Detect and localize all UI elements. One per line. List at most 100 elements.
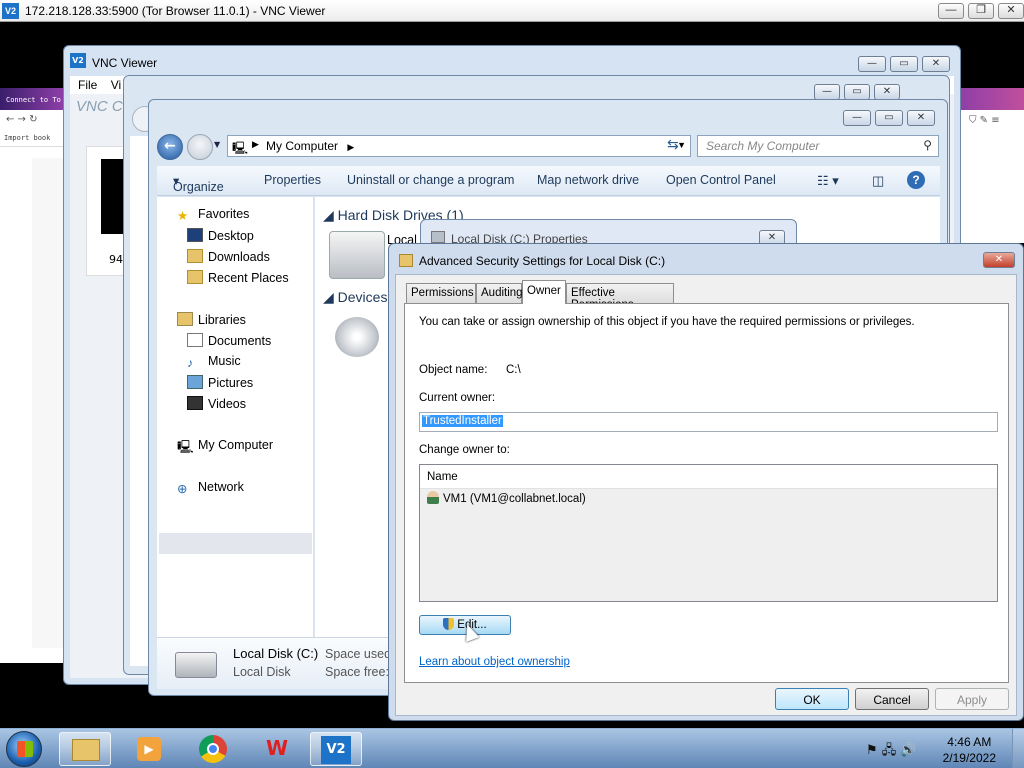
object-name-label: Object name: — [419, 364, 488, 376]
list-item[interactable]: VM1 (VM1@collabnet.local) — [427, 491, 586, 505]
vnc-small-logo-icon: V2 — [70, 53, 86, 68]
vnc-menu-view[interactable]: Vi — [111, 78, 121, 92]
dialog-close-button[interactable]: ✕ — [983, 252, 1015, 268]
ownership-info-text: You can take or assign ownership of this… — [419, 316, 915, 328]
search-icon: ⚲ — [923, 138, 932, 152]
middle-close-button[interactable]: ✕ — [874, 84, 900, 100]
object-name-value: C:\ — [506, 364, 521, 376]
search-placeholder: Search My Computer — [706, 139, 820, 153]
nav-network[interactable]: ⊕ Network — [177, 480, 244, 500]
vnc-taskbar-icon: V2 — [321, 736, 351, 764]
taskbar-explorer[interactable] — [59, 732, 111, 766]
show-desktop-button[interactable] — [1012, 729, 1024, 768]
owner-tab-panel: You can take or assign ownership of this… — [404, 303, 1009, 683]
recent-places-icon — [187, 270, 203, 284]
star-icon: ★ — [177, 209, 189, 223]
middle-min-button[interactable]: — — [814, 84, 840, 100]
media-player-icon: ▶ — [137, 737, 161, 761]
vnc-logo-icon: V2 — [2, 3, 19, 19]
refresh-icon[interactable]: ⇆ — [667, 137, 679, 153]
search-input[interactable]: Search My Computer ⚲ — [697, 135, 939, 157]
map-drive-button[interactable]: Map network drive — [537, 173, 639, 187]
nav-recent-places[interactable]: Recent Places — [187, 270, 289, 290]
nav-music[interactable]: ♪ Music — [187, 354, 241, 374]
current-owner-label: Current owner: — [419, 392, 496, 404]
vnc-max-button[interactable]: ▭ — [890, 56, 918, 72]
tab-auditing[interactable]: Auditing — [476, 283, 523, 303]
details-type: Local Disk — [233, 665, 291, 679]
tray-icons[interactable]: ⚑ 🖧 🔊 — [866, 741, 917, 763]
current-owner-field[interactable]: TrustedInstaller — [419, 412, 998, 432]
help-icon[interactable]: ? — [907, 171, 925, 189]
list-header-name[interactable]: Name — [420, 465, 997, 489]
wps-icon: W — [265, 736, 289, 760]
current-owner-value: TrustedInstaller — [422, 415, 503, 427]
control-panel-button[interactable]: Open Control Panel — [666, 173, 776, 187]
dvd-drive-icon[interactable] — [335, 317, 379, 357]
downloads-folder-icon — [187, 249, 203, 263]
middle-max-button[interactable]: ▭ — [844, 84, 870, 100]
organize-button[interactable]: Organize ▾ — [173, 173, 224, 194]
vnc-menu-file[interactable]: File — [78, 78, 97, 92]
tab-permissions[interactable]: Permissions — [406, 283, 476, 303]
outer-maximize-button[interactable]: ❐ — [968, 3, 994, 19]
outer-minimize-button[interactable]: — — [938, 3, 964, 19]
details-free-label: Space free: — [325, 665, 389, 679]
properties-button[interactable]: Properties — [264, 173, 321, 187]
history-dropdown-icon[interactable]: ▼ — [214, 140, 220, 149]
bg-browser-right: ⛉ ✎ ≡ — [961, 88, 1024, 243]
start-button[interactable] — [6, 731, 42, 767]
nav-pictures[interactable]: Pictures — [187, 375, 253, 395]
bg-browser-left: Connect to To ← → ↻ Import book — [0, 88, 64, 663]
user-icon — [427, 491, 439, 504]
preview-pane-icon[interactable]: ◫ — [872, 173, 884, 189]
folder-taskbar-icon — [72, 739, 100, 761]
owner-list[interactable]: Name VM1 (VM1@collabnet.local) — [419, 464, 998, 602]
details-used-label: Space used: — [325, 647, 395, 661]
nav-favorites[interactable]: ★ Favorites — [177, 207, 249, 227]
advanced-security-dialog[interactable]: Advanced Security Settings for Local Dis… — [388, 243, 1024, 721]
section-devices[interactable]: ◢ Devices — [323, 289, 387, 306]
vnc-connect-brand: VNC C — [76, 98, 123, 115]
explorer-min-button[interactable]: — — [843, 110, 871, 126]
explorer-close-button[interactable]: ✕ — [907, 110, 935, 126]
hard-drive-icon[interactable] — [329, 231, 385, 279]
nav-libraries[interactable]: Libraries — [177, 312, 246, 332]
outer-close-button[interactable]: ✕ — [998, 3, 1024, 19]
taskbar-media[interactable]: ▶ — [123, 732, 175, 766]
nav-downloads[interactable]: Downloads — [187, 249, 270, 269]
music-icon: ♪ — [187, 356, 194, 370]
tab-owner[interactable]: Owner — [522, 280, 566, 304]
clock[interactable]: 4:46 AM 2/19/2022 — [943, 734, 996, 766]
cancel-button[interactable]: Cancel — [855, 688, 929, 710]
vnc-min-button[interactable]: — — [858, 56, 886, 72]
uninstall-button[interactable]: Uninstall or change a program — [347, 173, 514, 187]
vnc-close-button[interactable]: ✕ — [922, 56, 950, 72]
apply-button[interactable]: Apply — [935, 688, 1009, 710]
my-computer-icon: 🖳 — [177, 440, 194, 454]
ok-button[interactable]: OK — [775, 688, 849, 710]
clock-date: 2/19/2022 — [942, 751, 996, 765]
learn-ownership-link[interactable]: Learn about object ownership — [419, 656, 570, 668]
libraries-icon — [177, 312, 193, 326]
vnc-viewer-title: VNC Viewer — [92, 56, 158, 70]
explorer-max-button[interactable]: ▭ — [875, 110, 903, 126]
nav-my-computer[interactable]: 🖳 My Computer — [177, 438, 273, 458]
taskbar-chrome[interactable] — [187, 732, 239, 766]
outer-title-bar[interactable]: V2 172.218.128.33:5900 (Tor Browser 11.0… — [0, 0, 1024, 22]
computer-icon: 🖳 — [232, 141, 249, 155]
address-bar[interactable]: 🖳 ▶ My Computer ▶ ▼ — [227, 135, 691, 157]
bg-shield-icon: ⛉ ✎ ≡ — [969, 115, 1000, 126]
clock-time: 4:46 AM — [947, 735, 992, 749]
nav-videos[interactable]: Videos — [187, 396, 246, 416]
back-button[interactable]: ← — [157, 134, 183, 160]
nav-documents[interactable]: Documents — [187, 333, 271, 353]
details-name: Local Disk (C:) — [233, 646, 319, 661]
taskbar-vnc[interactable]: V2 — [310, 732, 362, 766]
tab-effective-permissions[interactable]: Effective Permissions — [566, 283, 674, 311]
nav-desktop[interactable]: Desktop — [187, 228, 254, 248]
forward-button[interactable] — [187, 134, 213, 160]
taskbar-wps[interactable]: W — [251, 732, 303, 766]
pictures-icon — [187, 375, 203, 389]
view-options-icon[interactable]: ☷ ▾ — [817, 173, 839, 189]
